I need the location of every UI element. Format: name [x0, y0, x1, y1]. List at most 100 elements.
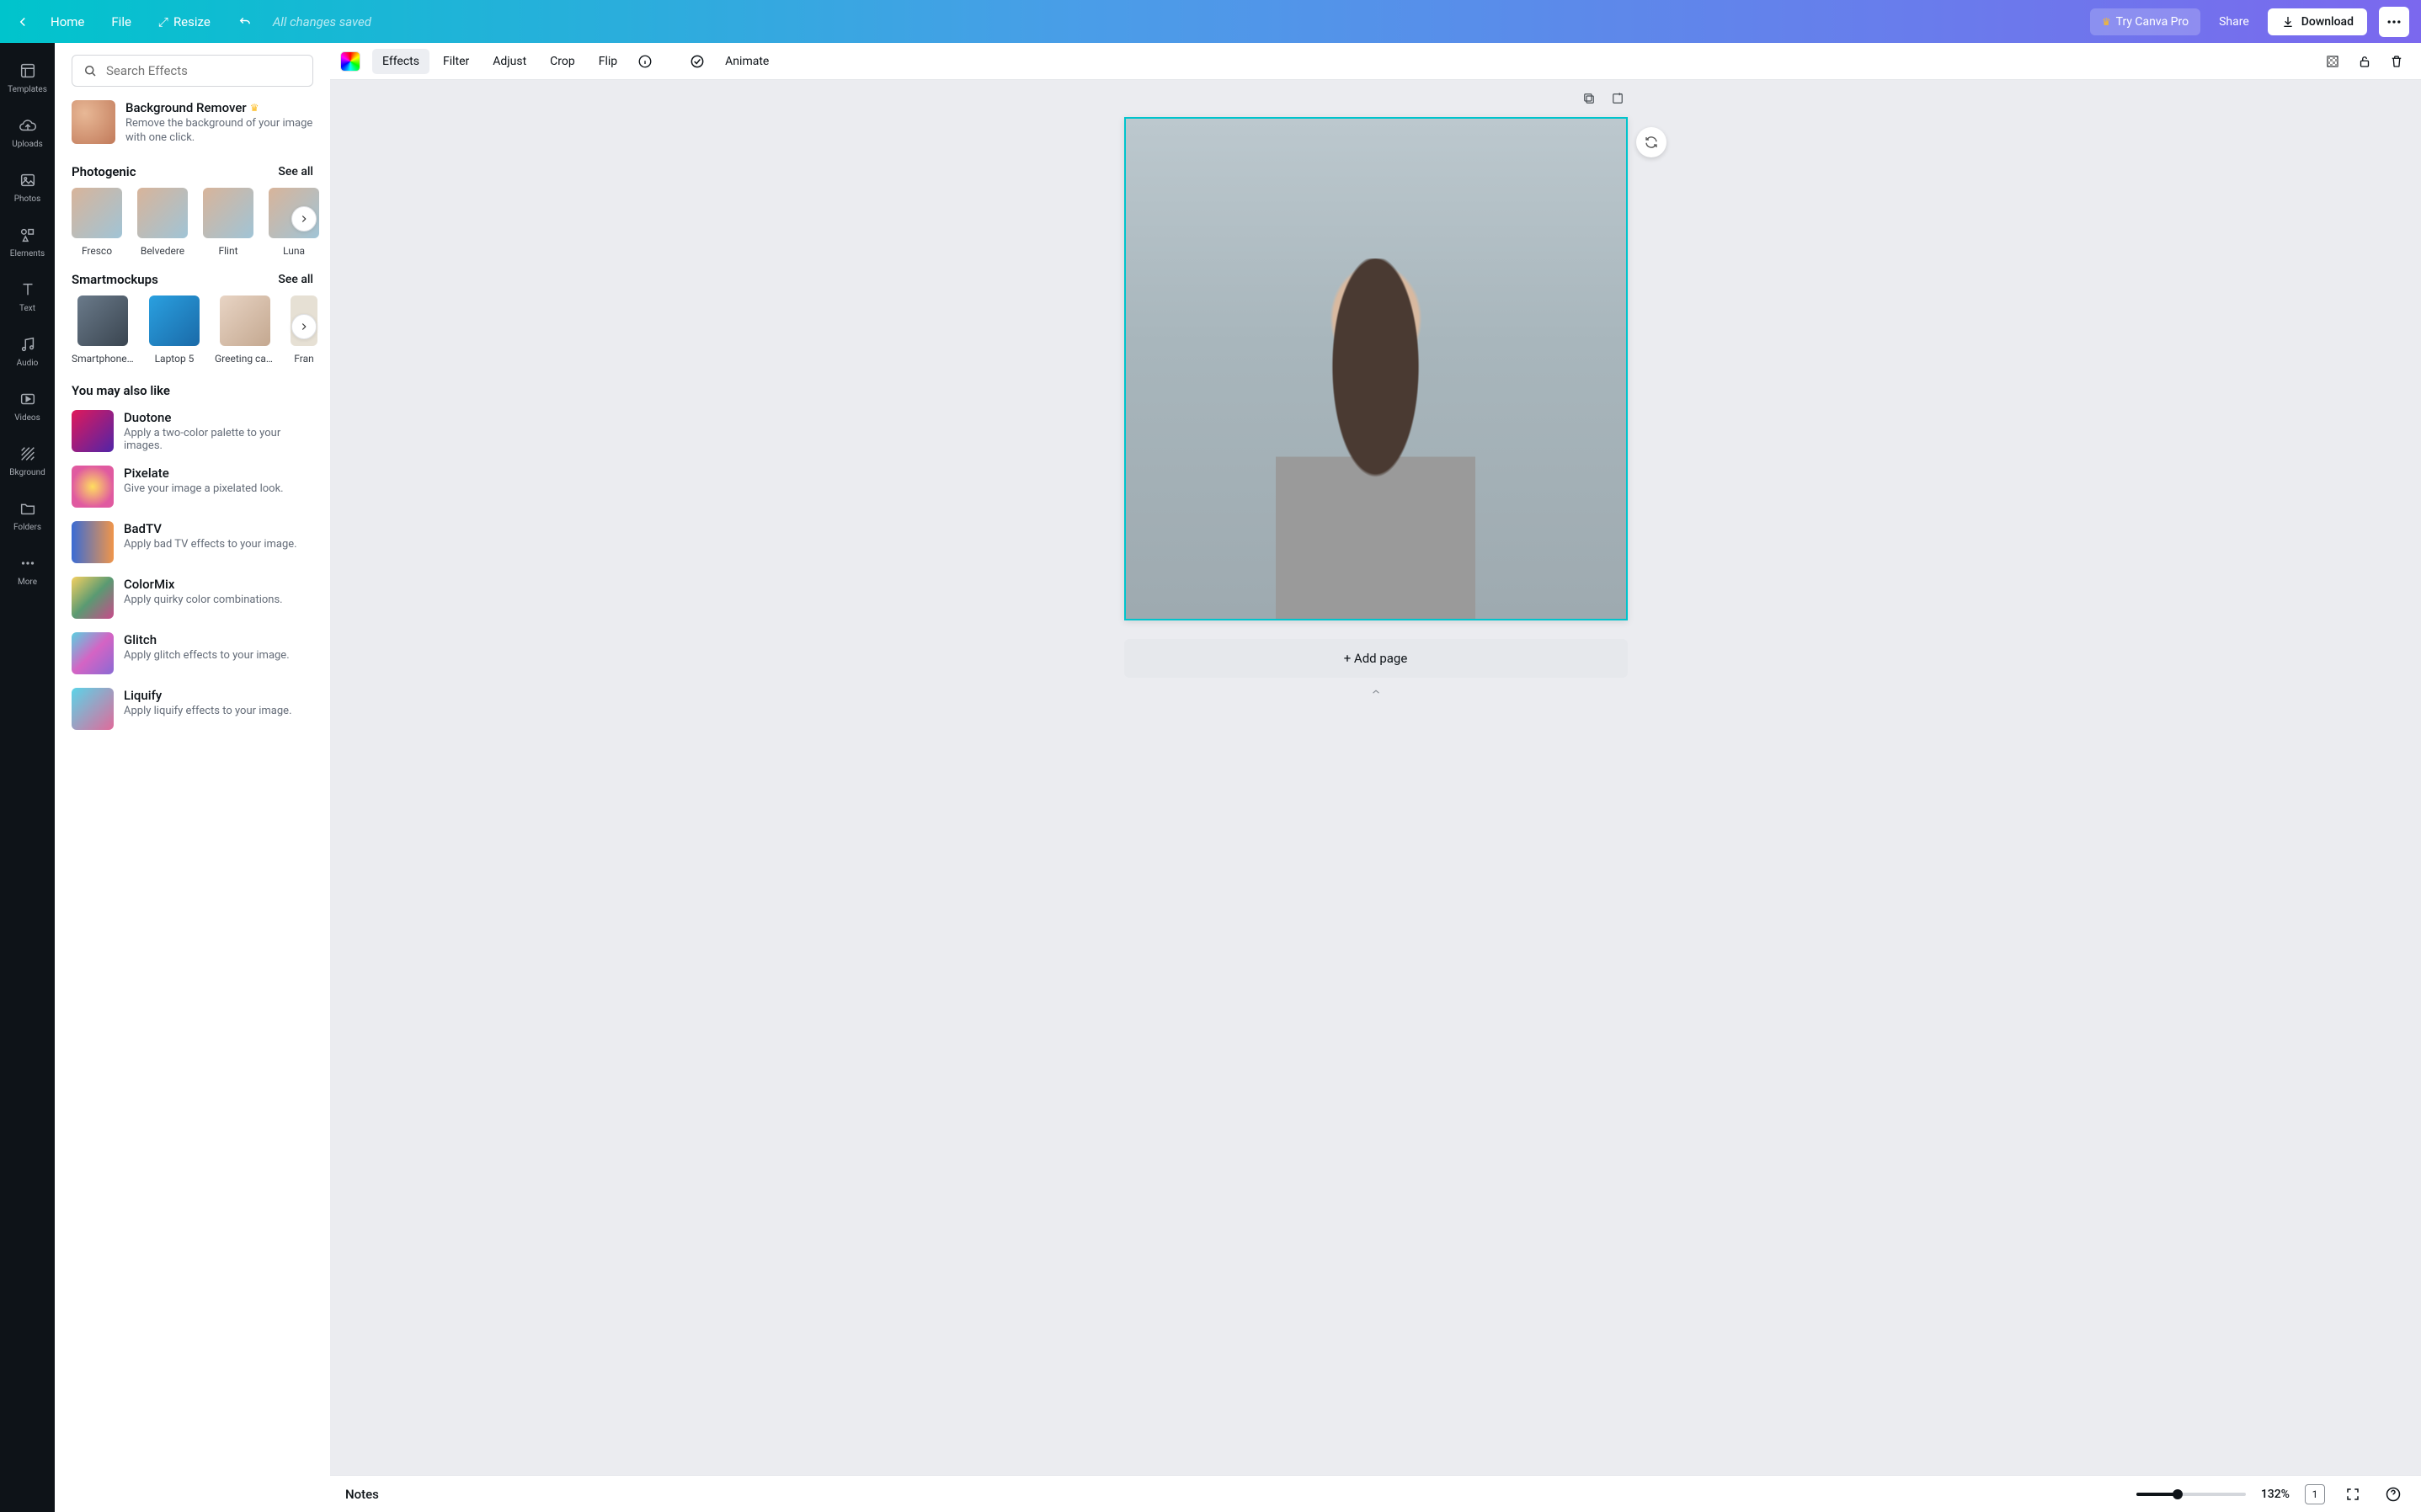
- top-menu-bar: Home File ⤢ Resize All changes saved ♛ T…: [0, 0, 2421, 43]
- like-badtv[interactable]: BadTVApply bad TV effects to your image.: [72, 521, 313, 563]
- like-thumb: [72, 410, 114, 452]
- resize-menu[interactable]: ⤢ Resize: [148, 9, 221, 35]
- bgremover-thumb: [72, 100, 115, 144]
- rail-folders[interactable]: Folders: [0, 491, 55, 542]
- bgremover-desc: Remove the background of your image with…: [125, 117, 313, 146]
- like-colormix[interactable]: ColorMixApply quirky color combinations.: [72, 577, 313, 619]
- info-button[interactable]: [631, 47, 659, 76]
- undo-button[interactable]: [227, 9, 263, 35]
- photogenic-next[interactable]: [291, 206, 317, 232]
- like-desc: Apply a two-color palette to your images…: [124, 427, 313, 452]
- effects-tab[interactable]: Effects: [372, 49, 429, 74]
- file-menu[interactable]: File: [101, 9, 141, 35]
- effect-belvedere[interactable]: Belvedere: [137, 188, 188, 257]
- like-liquify[interactable]: LiquifyApply liquify effects to your ima…: [72, 688, 313, 730]
- rail-label: Text: [19, 304, 35, 313]
- selected-image[interactable]: [1126, 119, 1626, 619]
- duplicate-page-button[interactable]: [1577, 87, 1601, 110]
- lock-icon: [2357, 54, 2372, 69]
- transparency-button[interactable]: [2318, 47, 2347, 76]
- rail-text[interactable]: Text: [0, 272, 55, 323]
- rail-templates[interactable]: Templates: [0, 53, 55, 104]
- search-input[interactable]: [106, 63, 302, 78]
- home-menu[interactable]: Home: [40, 9, 94, 35]
- animate-tab[interactable]: Animate: [715, 49, 779, 74]
- add-page-icon-button[interactable]: [1606, 87, 1629, 110]
- nav-rail: Templates Uploads Photos Elements Text A…: [0, 43, 55, 1512]
- like-glitch[interactable]: GlitchApply glitch effects to your image…: [72, 632, 313, 674]
- rail-label: Folders: [13, 523, 41, 532]
- chevron-right-icon: [298, 321, 310, 333]
- like-title: Duotone: [124, 410, 313, 425]
- rail-videos[interactable]: Videos: [0, 381, 55, 433]
- chevron-right-icon: [298, 213, 310, 225]
- like-thumb: [72, 521, 114, 563]
- templates-icon: [19, 61, 37, 80]
- help-button[interactable]: [2381, 1482, 2406, 1507]
- rail-label: More: [18, 578, 37, 587]
- filter-tab[interactable]: Filter: [433, 49, 479, 74]
- try-canva-pro-button[interactable]: ♛ Try Canva Pro: [2090, 8, 2200, 35]
- resize-label: Resize: [173, 14, 211, 29]
- editor-area: Effects Filter Adjust Crop Flip Animate: [330, 43, 2421, 1512]
- rail-elements[interactable]: Elements: [0, 217, 55, 269]
- chevron-up-icon: [1367, 686, 1385, 698]
- folders-icon: [19, 499, 37, 518]
- mockup-laptop5[interactable]: Laptop 5: [149, 295, 200, 365]
- image-toolbar: Effects Filter Adjust Crop Flip Animate: [330, 43, 2421, 80]
- rail-more[interactable]: More: [0, 546, 55, 597]
- like-duotone[interactable]: Duotone Apply a two-color palette to your…: [72, 410, 313, 452]
- mockup-smartphone2[interactable]: Smartphone 2: [72, 295, 134, 365]
- canvas-viewport[interactable]: + Add page: [330, 80, 2421, 1475]
- like-thumb: [72, 632, 114, 674]
- like-pixelate[interactable]: PixelateGive your image a pixelated look…: [72, 466, 313, 508]
- crop-tab[interactable]: Crop: [540, 49, 585, 74]
- lock-button[interactable]: [2350, 47, 2379, 76]
- background-remover[interactable]: Background Remover♛ Remove the backgroun…: [72, 100, 313, 146]
- rail-label: Photos: [14, 194, 41, 204]
- smartmockups-title: Smartmockups: [72, 272, 158, 287]
- add-page-button[interactable]: + Add page: [1124, 639, 1628, 678]
- more-menu-button[interactable]: [2379, 7, 2409, 37]
- text-icon: [19, 280, 37, 299]
- photos-icon: [19, 171, 37, 189]
- animate-icon-button[interactable]: [683, 47, 712, 76]
- zoom-slider[interactable]: [2136, 1493, 2246, 1496]
- fullscreen-button[interactable]: [2340, 1482, 2365, 1507]
- mockup-greeting-card[interactable]: Greeting car...: [215, 295, 275, 365]
- rail-label: Elements: [10, 249, 45, 258]
- footer-bar: Notes 132% 1: [330, 1475, 2421, 1512]
- canvas-page[interactable]: [1124, 117, 1628, 620]
- collapse-pages-button[interactable]: [1367, 686, 1385, 698]
- color-picker-button[interactable]: [340, 51, 360, 72]
- rail-label: Uploads: [12, 140, 42, 149]
- background-icon: [19, 445, 37, 463]
- rail-label: Bkground: [9, 468, 45, 477]
- notes-button[interactable]: Notes: [345, 1487, 379, 1502]
- back-button[interactable]: [12, 11, 34, 33]
- effects-panel: Background Remover♛ Remove the backgroun…: [55, 43, 330, 1512]
- help-icon: [2385, 1486, 2402, 1503]
- page-controls: [1577, 87, 1629, 110]
- rail-uploads[interactable]: Uploads: [0, 108, 55, 159]
- flip-tab[interactable]: Flip: [589, 49, 627, 74]
- effect-flint[interactable]: Flint: [203, 188, 253, 257]
- animate-icon: [689, 53, 706, 70]
- smartmockups-next[interactable]: [291, 314, 317, 339]
- share-button[interactable]: Share: [2207, 8, 2261, 35]
- rail-audio[interactable]: Audio: [0, 327, 55, 378]
- rail-photos[interactable]: Photos: [0, 162, 55, 214]
- rail-background[interactable]: Bkground: [0, 436, 55, 487]
- like-thumb: [72, 466, 114, 508]
- download-button[interactable]: Download: [2268, 8, 2367, 35]
- adjust-tab[interactable]: Adjust: [483, 49, 536, 74]
- like-desc: Apply liquify effects to your image.: [124, 705, 292, 717]
- zoom-value[interactable]: 132%: [2261, 1488, 2290, 1501]
- smartmockups-see-all[interactable]: See all: [278, 273, 313, 286]
- photogenic-see-all[interactable]: See all: [278, 165, 313, 178]
- regenerate-fab[interactable]: [1636, 127, 1666, 157]
- effect-fresco[interactable]: Fresco: [72, 188, 122, 257]
- page-count-badge[interactable]: 1: [2305, 1484, 2325, 1504]
- delete-button[interactable]: [2382, 47, 2411, 76]
- search-effects[interactable]: [72, 55, 313, 87]
